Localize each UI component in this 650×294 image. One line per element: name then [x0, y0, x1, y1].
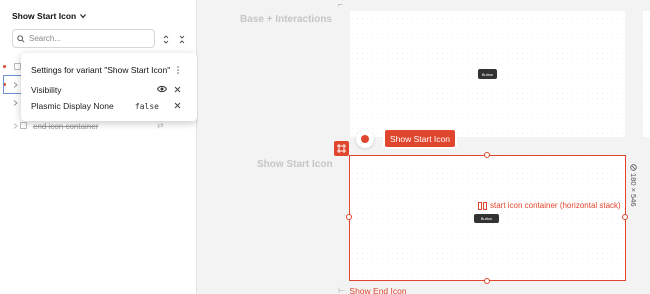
- frame-tool-button[interactable]: [334, 141, 349, 156]
- selection-outline: [349, 155, 626, 281]
- variant-settings-popover: Settings for variant "Show Start Icon" V…: [21, 53, 197, 121]
- selection-label-text: start icon container (horizontal stack): [490, 201, 621, 210]
- resize-handle-left[interactable]: [346, 214, 352, 220]
- setting-label: Plasmic Display None: [31, 101, 114, 111]
- node-icon: [14, 63, 21, 70]
- setting-value[interactable]: false: [135, 102, 159, 111]
- resize-handle-right[interactable]: [622, 214, 628, 220]
- record-variant-button[interactable]: [356, 130, 374, 148]
- frame-icon: [337, 144, 346, 153]
- menu-dots-icon[interactable]: [175, 65, 181, 75]
- close-icon[interactable]: [174, 86, 181, 93]
- resize-handle-bottom[interactable]: [484, 278, 490, 284]
- dimension-text: 180 × 546: [629, 173, 638, 207]
- frame-label-base: Base + Interactions: [240, 14, 332, 25]
- close-icon[interactable]: [174, 102, 181, 109]
- sort-button[interactable]: [160, 33, 172, 45]
- sort-icon: [163, 34, 169, 44]
- setting-row-visibility: Visibility: [31, 84, 191, 96]
- search-field[interactable]: Search...: [12, 29, 155, 48]
- record-icon: [361, 135, 369, 143]
- next-variant-label[interactable]: ⊢ Show End Icon: [338, 285, 407, 294]
- setting-label: Visibility: [31, 85, 62, 95]
- dimension-readout: 180 × 546: [629, 164, 638, 207]
- dimension-icon: [630, 164, 637, 171]
- tree-row-end-icon-container[interactable]: end icon container ⇄: [0, 119, 196, 133]
- next-variant-text: Show End Icon: [349, 285, 407, 294]
- frame-label-show-start: Show Start Icon: [257, 159, 333, 170]
- setting-row-display-none: Plasmic Display None false: [31, 100, 191, 112]
- selected-row-outline: [3, 75, 23, 94]
- chevron-down-icon: [80, 14, 87, 19]
- artboard-next[interactable]: [643, 11, 650, 137]
- frame-corner-icon: ⊢: [338, 285, 346, 294]
- hstack-icon: [478, 201, 487, 210]
- selection-label: start icon container (horizontal stack): [478, 201, 621, 210]
- search-input[interactable]: Search...: [29, 34, 61, 43]
- variant-title: Show Start Icon: [12, 11, 77, 21]
- search-icon: [17, 34, 25, 43]
- variant-selector[interactable]: Show Start Icon: [12, 11, 87, 21]
- visibility-toggle-icon[interactable]: ⇄: [157, 121, 164, 130]
- collapse-icon: [179, 35, 185, 43]
- left-panel: Show Start Icon Search... end icon conta…: [0, 0, 197, 294]
- button-preview[interactable]: Button: [478, 69, 497, 79]
- tree-item-label: end icon container: [33, 121, 99, 131]
- popover-title: Settings for variant "Show Start Icon": [31, 65, 171, 75]
- caret-right-icon: [13, 100, 18, 106]
- caret-right-icon: [13, 123, 18, 129]
- frame-corner-mark: ⌐: [338, 0, 343, 9]
- eye-icon[interactable]: [157, 85, 167, 93]
- variant-change-dot: [3, 65, 6, 68]
- resize-handle-top[interactable]: [484, 152, 490, 158]
- active-variant-chip[interactable]: Show Start Icon: [385, 130, 455, 147]
- collapse-button[interactable]: [176, 33, 188, 45]
- hstack-node-icon: [20, 122, 27, 129]
